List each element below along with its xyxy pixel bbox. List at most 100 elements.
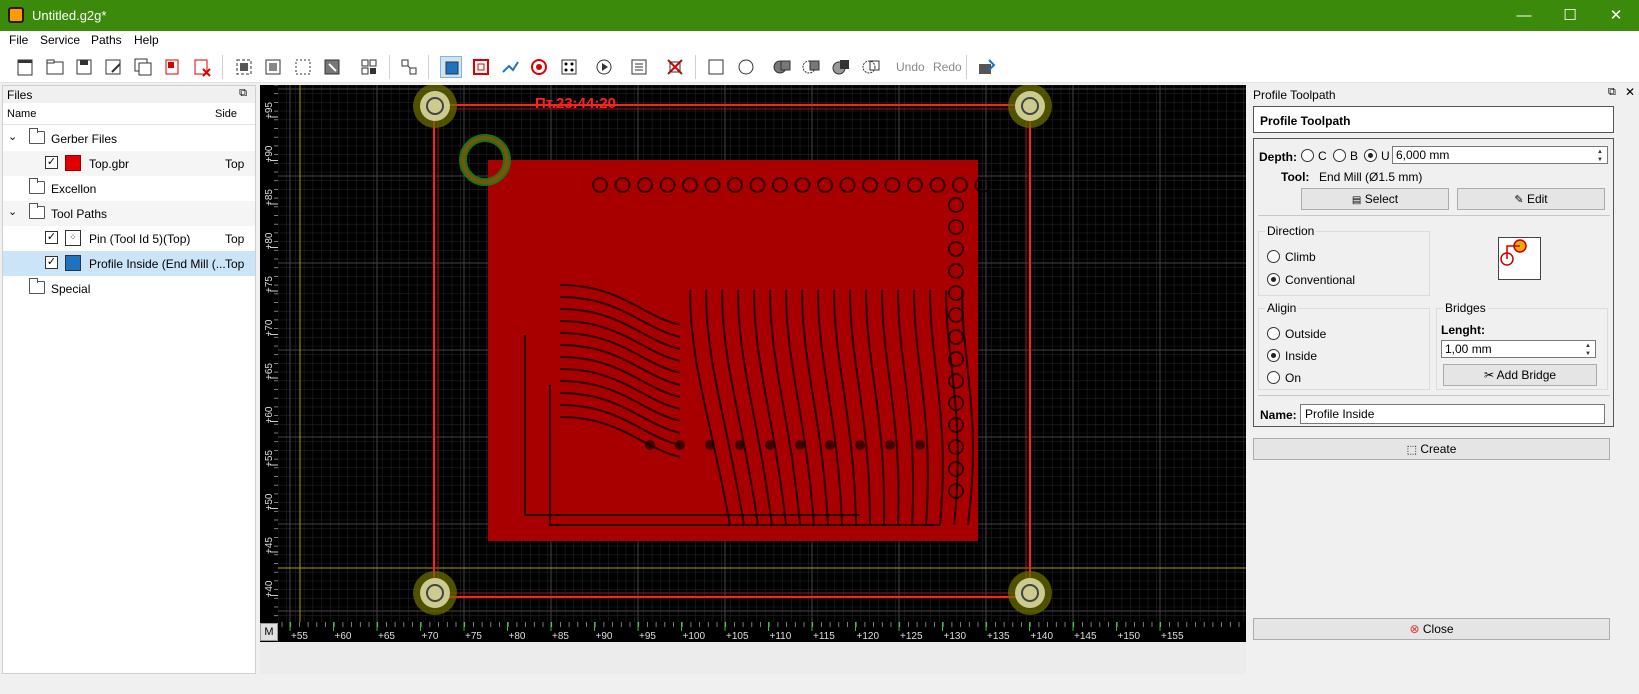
files-panel-title: Files: [7, 88, 33, 102]
ruler-mode-button[interactable]: M: [260, 623, 278, 641]
depth-option-u-label: U: [1381, 149, 1390, 163]
align-outside-radio[interactable]: [1267, 327, 1280, 340]
column-name[interactable]: Name: [7, 108, 36, 120]
open-folder-icon[interactable]: [44, 56, 66, 78]
depth-value: 6,000 mm: [1396, 148, 1450, 162]
menu-service[interactable]: Service: [40, 33, 80, 47]
zoom-fit-icon[interactable]: [233, 56, 255, 78]
expand-arrow-icon[interactable]: ⌄: [8, 130, 17, 143]
align-on-radio[interactable]: [1267, 371, 1280, 384]
y-tick-label: +60: [264, 406, 275, 423]
depth-option-c[interactable]: [1301, 149, 1314, 162]
checkbox[interactable]: ✓: [45, 156, 58, 169]
x-tick-label: +55: [291, 631, 308, 642]
expand-arrow-icon[interactable]: ⌄: [8, 205, 17, 218]
y-tick-label: +40: [264, 580, 275, 597]
tree-item-tool-paths[interactable]: ⌄ Tool Paths: [3, 201, 255, 226]
autoplace-icon[interactable]: [975, 56, 997, 78]
pocket-toolpath-icon[interactable]: [470, 56, 492, 78]
y-tick-label: +80: [264, 232, 275, 249]
select-tool-icon[interactable]: [398, 56, 420, 78]
tree-item-side: Top: [225, 157, 245, 171]
name-input[interactable]: Profile Inside: [1300, 404, 1605, 424]
align-inside-radio[interactable]: [1267, 349, 1280, 362]
y-tick-label: +85: [264, 189, 275, 206]
spin-arrows-icon[interactable]: ▲ ▼: [1594, 148, 1606, 164]
tree-item-label: Top.gbr: [89, 157, 130, 171]
tree-item-profile-inside[interactable]: ✓ Profile Inside (End Mill (... Top: [3, 251, 255, 276]
close-all-icon[interactable]: [191, 56, 213, 78]
union-icon[interactable]: [771, 56, 793, 78]
x-tick-label: +95: [639, 631, 656, 642]
create-button[interactable]: ⬚ Create: [1253, 438, 1610, 460]
maximize-button[interactable]: ☐: [1547, 0, 1593, 31]
direction-conventional-radio[interactable]: [1267, 273, 1280, 286]
menu-help[interactable]: Help: [134, 33, 159, 47]
column-side[interactable]: Side: [215, 108, 237, 120]
pencil-icon: ✎: [1514, 194, 1524, 206]
name-label: Name:: [1260, 408, 1297, 422]
tree-item-pin[interactable]: ✓ ⁘ Pin (Tool Id 5)(Top) Top: [3, 226, 255, 251]
intersection-icon[interactable]: [830, 56, 852, 78]
save-as-icon[interactable]: [102, 56, 124, 78]
window-title: Untitled.g2g*: [32, 8, 107, 23]
undo-button[interactable]: Undo: [896, 60, 925, 74]
checkbox[interactable]: ✓: [45, 256, 58, 269]
zoom-selection-icon[interactable]: [292, 56, 314, 78]
x-tick-label: +140: [1031, 631, 1054, 642]
add-bridge-label: Add Bridge: [1496, 368, 1557, 382]
edit-tool-button[interactable]: ✎ Edit: [1457, 188, 1605, 210]
spin-arrows-icon[interactable]: ▲ ▼: [1582, 342, 1594, 358]
tree-item-label: Special: [51, 282, 91, 296]
profile-toolpath-panel: Profile Toolpath ⧉ ✕ Profile Toolpath De…: [1250, 85, 1639, 674]
select-tool-button[interactable]: ▤ Select: [1301, 188, 1449, 210]
menu-paths[interactable]: Paths: [91, 33, 122, 47]
close-icon[interactable]: ✕: [1625, 85, 1635, 99]
save-icon[interactable]: [73, 56, 95, 78]
depth-input[interactable]: 6,000 mm ▲ ▼: [1392, 146, 1608, 164]
xor-icon[interactable]: [860, 56, 882, 78]
settings-icon[interactable]: [628, 56, 650, 78]
voronoi-toolpath-icon[interactable]: [499, 56, 521, 78]
home-point-icon[interactable]: [664, 56, 686, 78]
select-tool-label: Select: [1364, 192, 1399, 206]
profile-toolpath-icon[interactable]: [440, 56, 462, 78]
tree-item-top-gbr[interactable]: ✓ Top.gbr Top: [3, 151, 255, 176]
close-file-icon[interactable]: [162, 56, 184, 78]
direction-climb-radio[interactable]: [1267, 250, 1280, 263]
checkbox[interactable]: ✓: [45, 231, 58, 244]
zoom-all-icon[interactable]: [262, 56, 284, 78]
save-all-icon[interactable]: [132, 56, 154, 78]
close-window-button[interactable]: ✕: [1593, 0, 1639, 31]
tree-item-gerber-files[interactable]: ⌄ Gerber Files: [3, 126, 255, 151]
drill-toolpath-icon[interactable]: [558, 56, 580, 78]
thermal-toolpath-icon[interactable]: [528, 56, 550, 78]
add-bridge-button[interactable]: ✂ Add Bridge: [1443, 364, 1597, 386]
pcb-canvas[interactable]: Пт.23:44:20 +95 +90 +85 +80 +75 +70 +65 +60 +55 +…: [260, 84, 1246, 674]
depth-option-b[interactable]: [1333, 149, 1346, 162]
undock-icon[interactable]: ⧉: [239, 87, 247, 100]
difference-icon[interactable]: [800, 56, 822, 78]
rectangle-icon[interactable]: [705, 56, 727, 78]
folder-icon: [29, 203, 45, 219]
tree-item-excellon[interactable]: Excellon: [3, 176, 255, 201]
new-file-icon[interactable]: [14, 56, 36, 78]
depth-option-u[interactable]: [1364, 149, 1377, 162]
x-tick-label: +110: [770, 631, 792, 642]
close-circle-icon: ⊗: [1409, 622, 1420, 636]
minimize-button[interactable]: —: [1501, 0, 1547, 31]
redo-button[interactable]: Redo: [933, 60, 962, 74]
form-heading-text: Profile Toolpath: [1260, 114, 1351, 128]
grid-icon[interactable]: [358, 56, 380, 78]
circle-icon[interactable]: [735, 56, 757, 78]
depth-option-b-label: B: [1350, 149, 1359, 163]
pcb-view[interactable]: Пт.23:44:20 +95 +90 +85 +80 +75 +70 +65 +60 +55 +…: [260, 84, 1246, 674]
close-panel-button[interactable]: ⊗ Close: [1253, 618, 1610, 640]
bridge-length-input[interactable]: 1,00 mm ▲ ▼: [1441, 340, 1596, 358]
gcode-preview-icon[interactable]: [593, 56, 615, 78]
tree-item-special[interactable]: Special: [3, 276, 255, 301]
zoom-area-icon[interactable]: [321, 56, 343, 78]
x-tick-label: +130: [944, 631, 967, 642]
menu-file[interactable]: File: [9, 33, 28, 47]
undock-icon[interactable]: ⧉: [1608, 86, 1616, 99]
